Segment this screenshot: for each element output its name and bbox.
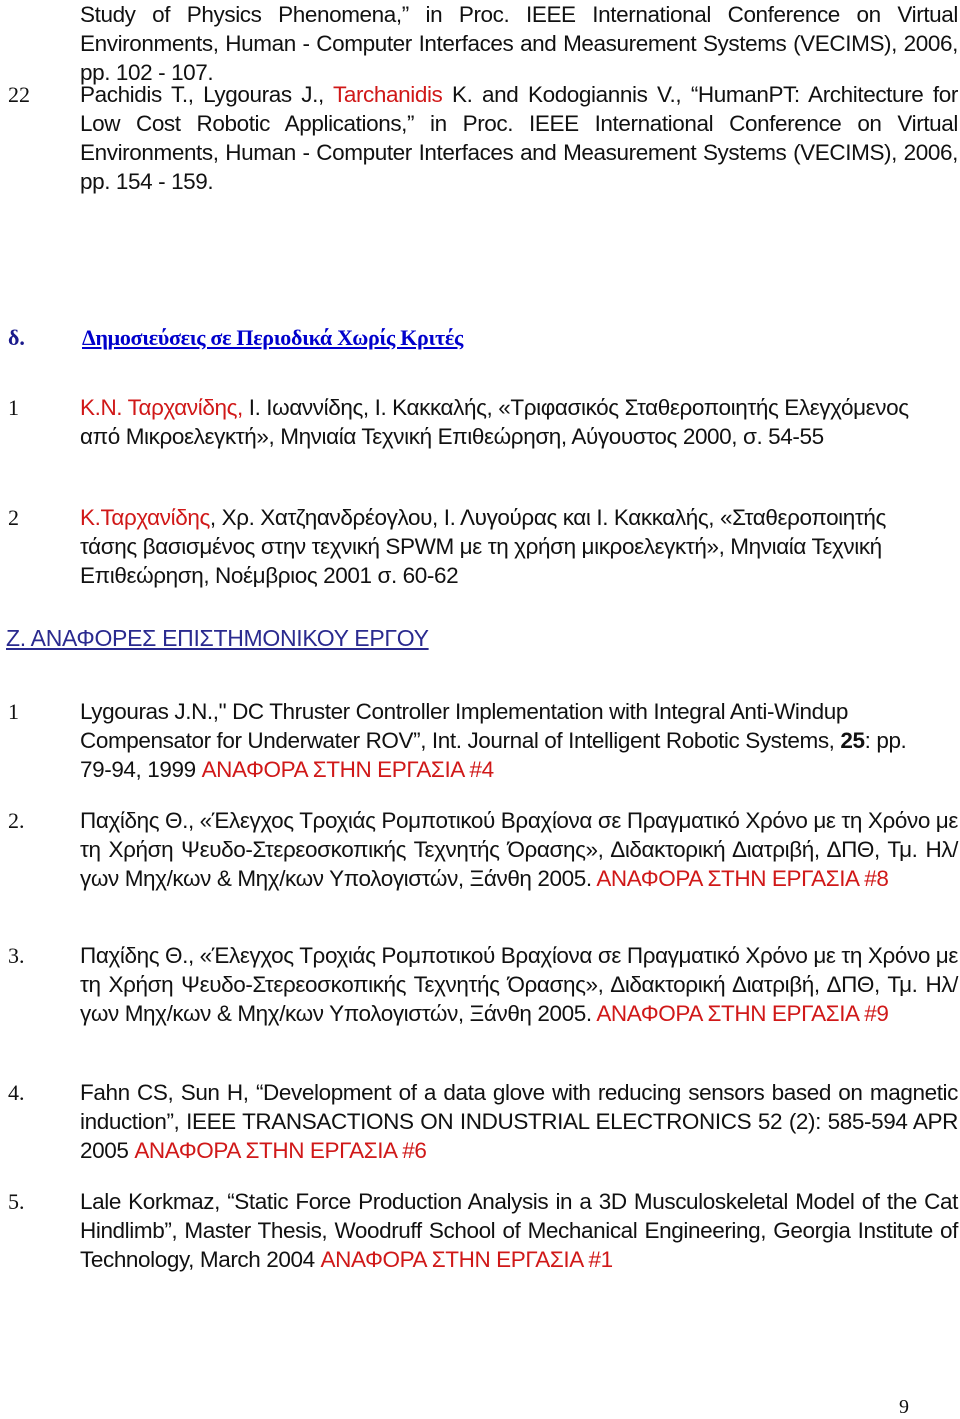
- highlighted-author: Tarchanidis: [333, 82, 443, 107]
- section-title: Ζ. ΑΝΑΦΟΡΕΣ ΕΠΙΣΤΗΜΟΝΙΚΟΥ ΕΡΓΟΥ: [6, 625, 429, 651]
- item-number: 1: [8, 699, 19, 724]
- citation-note: ΑΝΑΦΟΡΑ ΣΤΗΝ ΕΡΓΑΣΙΑ #8: [596, 866, 889, 891]
- highlighted-author: Κ.Ν. Ταρχανίδης,: [80, 395, 243, 420]
- reference-text: Pachidis T., Lygouras J., Tarchanidis K.…: [80, 80, 958, 196]
- item-text: Lygouras J.N.," DC Thruster Controller I…: [80, 697, 920, 784]
- item-number: 1: [8, 395, 19, 420]
- item-number: 2: [8, 505, 19, 530]
- item-text: Κ.Ν. Ταρχανίδης, Ι. Ιωαννίδης, Ι. Κακκαλ…: [80, 393, 930, 451]
- item-text: Fahn CS, Sun H, “Development of a data g…: [80, 1078, 958, 1165]
- section-label: δ.: [8, 325, 25, 350]
- page-number: 9: [899, 1396, 909, 1418]
- item-text: Κ.Ταρχανίδης, Χρ. Χατζηανδρέογλου, Ι. Λυ…: [80, 503, 930, 590]
- item-number: 2.: [8, 808, 25, 833]
- highlighted-author: Κ.Ταρχανίδης: [80, 505, 210, 530]
- item-body: Lygouras J.N.," DC Thruster Controller I…: [80, 699, 848, 753]
- item-number: 4.: [8, 1080, 25, 1105]
- volume-number: 25: [840, 728, 865, 753]
- reference-number: 22: [8, 82, 30, 107]
- reference-text: Study of Physics Phenomena,” in Proc. IE…: [80, 2, 958, 85]
- citation-note: ΑΝΑΦΟΡΑ ΣΤΗΝ ΕΡΓΑΣΙΑ #9: [596, 1001, 889, 1026]
- item-number: 3.: [8, 943, 25, 968]
- item-text: Παχίδης Θ., «Έλεγχος Τροχιάς Ρομποτικού …: [80, 941, 958, 1028]
- document-page: Study of Physics Phenomena,” in Proc. IE…: [0, 0, 960, 1418]
- reference-authors: Pachidis T., Lygouras J.,: [80, 82, 333, 107]
- citation-note: ΑΝΑΦΟΡΑ ΣΤΗΝ ΕΡΓΑΣΙΑ #6: [134, 1138, 427, 1163]
- item-number: 5.: [8, 1189, 25, 1214]
- section-title: Δημοσιεύσεις σε Περιοδικά Χωρίς Κριτές: [82, 325, 463, 350]
- item-text: Παχίδης Θ., «Έλεγχος Τροχιάς Ρομποτικού …: [80, 806, 958, 893]
- citation-note: ΑΝΑΦΟΡΑ ΣΤΗΝ ΕΡΓΑΣΙΑ #4: [201, 757, 495, 782]
- item-text: Lale Korkmaz, “Static Force Production A…: [80, 1187, 958, 1274]
- citation-note: ΑΝΑΦΟΡΑ ΣΤΗΝ ΕΡΓΑΣΙΑ #1: [320, 1247, 614, 1272]
